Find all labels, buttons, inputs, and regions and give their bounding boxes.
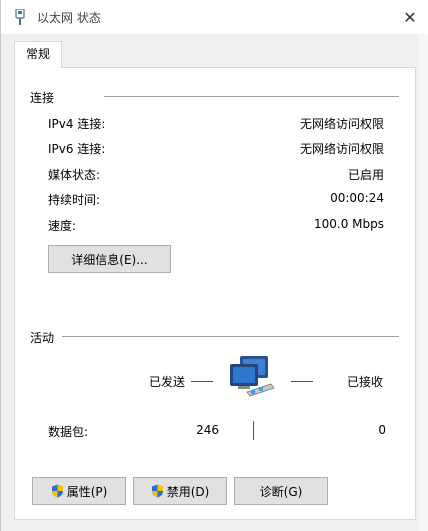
- packets-received-value: 0: [378, 423, 386, 437]
- close-icon: ✕: [403, 7, 417, 27]
- ipv4-label: IPv4 连接:: [48, 117, 106, 131]
- close-button[interactable]: ✕: [397, 6, 423, 28]
- general-panel: [14, 67, 416, 520]
- duration-value: 00:00:24: [330, 191, 384, 205]
- uac-shield-icon: [51, 484, 63, 498]
- network-adapter-icon: [15, 9, 25, 25]
- activity-group-label: 活动: [30, 331, 55, 345]
- media-state-value: 已启用: [347, 168, 384, 182]
- connection-group-divider: [104, 96, 399, 97]
- details-button-label: 详细信息(E)...: [71, 252, 148, 267]
- ipv6-label: IPv6 连接:: [48, 142, 106, 156]
- tab-general[interactable]: 常规: [14, 41, 62, 68]
- diagnose-button-label: 诊断(G): [259, 484, 303, 499]
- window-title: 以太网 状态: [37, 11, 101, 25]
- sent-label: 已发送: [149, 375, 186, 389]
- speed-label: 速度:: [48, 219, 77, 233]
- window-right-edge: [419, 34, 428, 531]
- packets-divider: [253, 421, 254, 440]
- properties-button[interactable]: 属性(P): [32, 477, 126, 505]
- uac-shield-icon: [151, 484, 163, 498]
- properties-button-label: 属性(P): [66, 484, 108, 499]
- connection-group-label: 连接: [30, 91, 55, 105]
- packets-sent-value: 246: [196, 423, 219, 437]
- disable-button[interactable]: 禁用(D): [133, 477, 227, 505]
- media-state-label: 媒体状态:: [48, 168, 101, 182]
- duration-label: 持续时间:: [48, 193, 101, 207]
- network-computers-icon: [230, 356, 275, 397]
- ipv4-value: 无网络访问权限: [299, 117, 384, 131]
- ipv6-value: 无网络访问权限: [299, 142, 384, 156]
- speed-value: 100.0 Mbps: [313, 217, 384, 231]
- received-label: 已接收: [347, 375, 384, 389]
- details-button[interactable]: 详细信息(E)...: [48, 245, 171, 273]
- ethernet-status-dialog: 以太网 状态 ✕ 常规 连接 IPv4 连接: 无网络访问权限 IPv6 连接:…: [0, 0, 428, 531]
- disable-button-label: 禁用(D): [166, 484, 210, 499]
- received-line: [291, 381, 313, 382]
- packets-label: 数据包:: [48, 425, 89, 439]
- sent-line: [191, 381, 213, 382]
- activity-group-divider: [62, 336, 399, 337]
- title-bar: 以太网 状态 ✕: [1, 0, 428, 34]
- diagnose-button[interactable]: 诊断(G): [234, 477, 328, 505]
